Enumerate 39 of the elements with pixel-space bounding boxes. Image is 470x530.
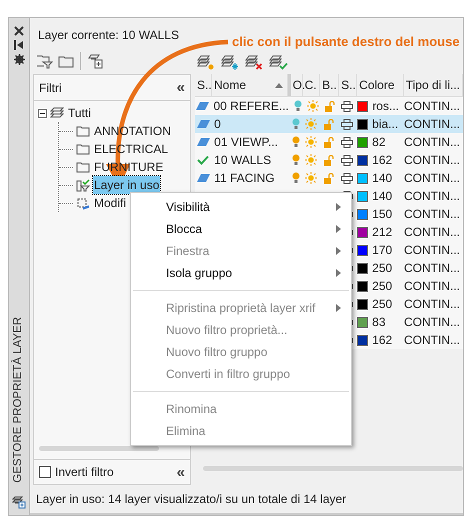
table-cell-text: 82 [372,134,386,151]
table-cell-text: 162 [372,152,392,169]
table-cell: CONTIN... [404,171,460,185]
table-cell: CONTIN... [404,153,460,167]
status-text: Layer in uso: 14 layer visualizzato/i su un totale di 14 layer [36,491,346,508]
table-cell: CONTIN... [404,315,460,329]
table-cell: CONTIN... [404,99,460,113]
annotation-text: clic con il pulsante destro del mouse [232,33,460,51]
table-cell: CONTIN... [404,333,460,347]
table-cell: 01 VIEWP... [214,135,278,149]
table-cell: 11 FACING [214,171,275,185]
table-cell-text: 250 [372,296,392,313]
current-layer-label: Layer corrente: 10 WALLS [38,27,179,44]
table-cell: CONTIN... [404,279,460,293]
table-cell: CONTIN... [404,261,460,275]
filters-title: Filtri [39,80,62,96]
table-cell-text: ros... [372,98,399,115]
table-cell-text: 140 [372,170,392,187]
table-cell-text: bia... [372,116,398,133]
table-cell: CONTIN... [404,189,460,203]
table-cell-text: 212 [372,224,392,241]
table-cell-text: 140 [372,188,392,205]
table-cell: CONTIN... [404,243,460,257]
table-cell: CONTIN... [404,117,460,131]
checkbox-label: Inverti filtro [55,464,114,481]
table-cell: CONTIN... [404,135,460,149]
table-cell-text: 250 [372,260,392,277]
table-cell-text: 150 [372,206,392,223]
table-cell: 10 WALLS [214,153,272,167]
table-cell: CONTIN... [404,207,460,221]
table-cell: CONTIN... [404,297,460,311]
table-cell: CONTIN... [404,225,460,239]
panel-title: GESTORE PROPRIETÀ LAYER [10,317,26,483]
table-cell-text: 162 [372,332,392,349]
table-cell: 00 REFERE... [214,99,289,113]
table-cell: 0 [214,117,221,131]
table-cell-text: 250 [372,278,392,295]
table-cell-text: 83 [372,314,386,331]
table-cell-text: 170 [372,242,392,259]
